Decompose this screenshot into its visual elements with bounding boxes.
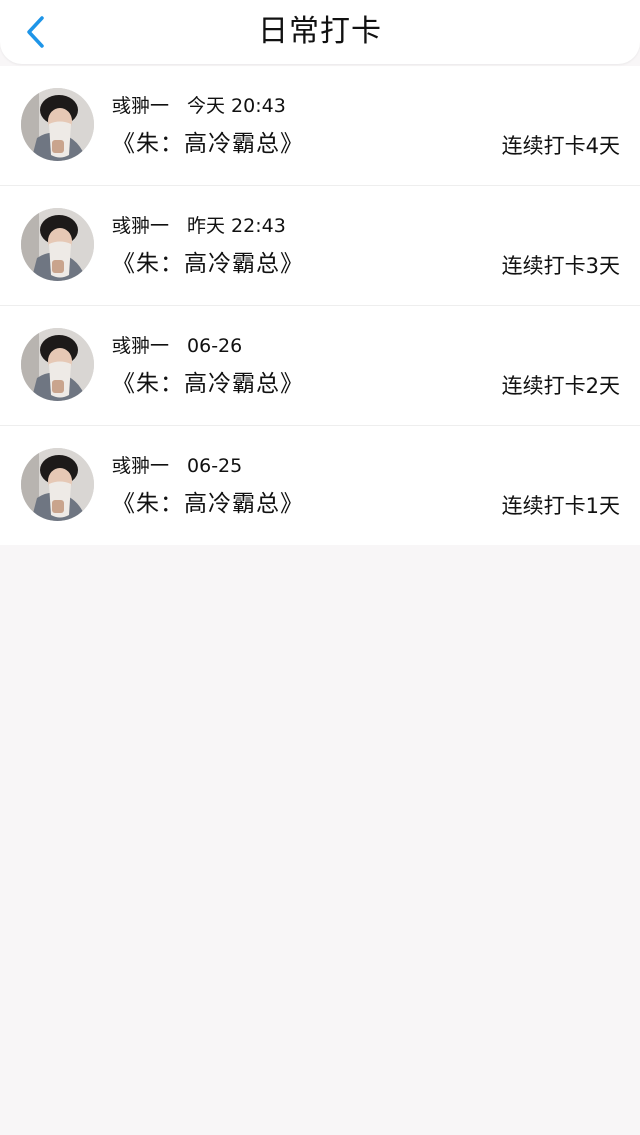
- top-bar: 日常打卡: [0, 0, 640, 64]
- page-title: 日常打卡: [258, 14, 382, 49]
- username: 彧翀一: [112, 215, 170, 237]
- user-meta: 彧翀一 06-26: [112, 334, 242, 358]
- user-meta: 彧翀一 06-25: [112, 454, 242, 478]
- book-title: 《朱：高冷霸总》: [112, 251, 304, 277]
- check-in-row[interactable]: 彧翀一 今天 20:43 《朱：高冷霸总》 连续打卡4天: [0, 66, 640, 186]
- check-in-row[interactable]: 彧翀一 昨天 22:43 《朱：高冷霸总》 连续打卡3天: [0, 186, 640, 306]
- streak-count: 连续打卡3天: [501, 254, 620, 278]
- check-in-time: 06-26: [187, 335, 243, 357]
- streak-count: 连续打卡1天: [501, 494, 620, 518]
- avatar[interactable]: [21, 328, 94, 401]
- check-in-row[interactable]: 彧翀一 06-25 《朱：高冷霸总》 连续打卡1天: [0, 426, 640, 545]
- streak-count: 连续打卡4天: [501, 134, 620, 158]
- check-in-row[interactable]: 彧翀一 06-26 《朱：高冷霸总》 连续打卡2天: [0, 306, 640, 426]
- check-in-page: 日常打卡 彧翀一 今天 20:43 《朱：高冷霸总》 连续打卡4天 彧翀一 昨天…: [0, 0, 640, 1135]
- avatar-photo: [21, 328, 94, 401]
- avatar[interactable]: [21, 208, 94, 281]
- avatar[interactable]: [21, 448, 94, 521]
- check-in-time: 06-25: [187, 455, 243, 477]
- user-meta: 彧翀一 今天 20:43: [112, 94, 286, 118]
- username: 彧翀一: [112, 95, 170, 117]
- user-meta: 彧翀一 昨天 22:43: [112, 214, 286, 238]
- avatar-photo: [21, 208, 94, 281]
- check-in-time: 昨天 22:43: [187, 215, 286, 237]
- avatar-photo: [21, 448, 94, 521]
- book-title: 《朱：高冷霸总》: [112, 491, 304, 517]
- check-in-time: 今天 20:43: [187, 95, 286, 117]
- book-title: 《朱：高冷霸总》: [112, 131, 304, 157]
- username: 彧翀一: [112, 455, 170, 477]
- streak-count: 连续打卡2天: [501, 374, 620, 398]
- book-title: 《朱：高冷霸总》: [112, 371, 304, 397]
- avatar-photo: [21, 88, 94, 161]
- check-in-list: 彧翀一 今天 20:43 《朱：高冷霸总》 连续打卡4天 彧翀一 昨天 22:43: [0, 66, 640, 545]
- avatar[interactable]: [21, 88, 94, 161]
- username: 彧翀一: [112, 335, 170, 357]
